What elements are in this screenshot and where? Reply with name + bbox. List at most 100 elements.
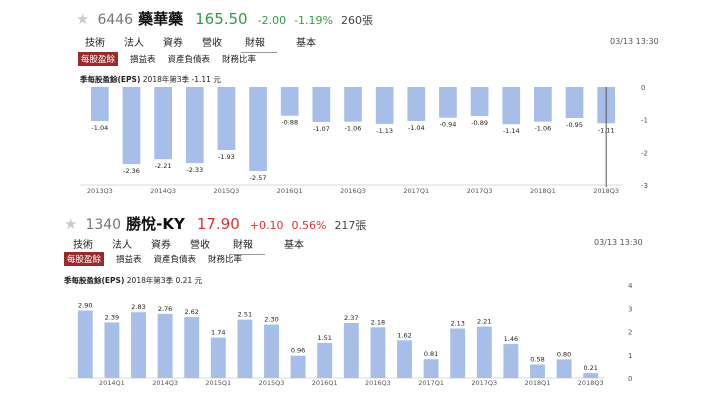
bar-value-label: 2.30 — [264, 316, 278, 324]
bar-value-label: 2.76 — [158, 305, 172, 313]
bar-value-label: -1.93 — [218, 153, 235, 161]
bar-value-label: 2.62 — [184, 308, 198, 316]
bar-value-label: -1.07 — [313, 125, 330, 133]
x-tick-label: 2016Q1 — [312, 379, 338, 387]
bar-value-label: 2.39 — [105, 313, 119, 321]
eps-bar — [565, 87, 584, 119]
eps-bar — [530, 364, 545, 378]
eps-bar — [90, 87, 109, 121]
bar-value-label: -1.06 — [534, 125, 551, 133]
eps-bar — [131, 312, 146, 378]
eps-bar — [264, 324, 279, 378]
eps-bar — [470, 87, 489, 117]
eps-bar — [77, 310, 93, 378]
y-tick-label: 3 — [628, 305, 632, 313]
eps-bar — [154, 87, 172, 160]
bar-value-label: 0.58 — [530, 356, 544, 364]
x-tick-label: 2014Q3 — [152, 379, 178, 387]
eps-bar — [556, 359, 572, 378]
bar-value-label: -1.06 — [345, 125, 362, 133]
x-tick-label: 2016Q3 — [340, 187, 366, 195]
eps-bar — [290, 355, 306, 378]
eps-bar — [583, 373, 599, 378]
eps-chart[interactable]: 0 -1 -2 -3 -1.04 -2.36 -2.21 -2.33 -1.93 -2.57 -0.… — [0, 0, 720, 200]
bar-value-label: 1.74 — [211, 329, 225, 337]
eps-bar — [344, 87, 362, 122]
y-tick-label: 4 — [628, 282, 633, 290]
bar-value-label: 2.21 — [477, 318, 491, 326]
bar-value-label: -2.36 — [123, 167, 140, 175]
eps-bar — [210, 337, 226, 378]
eps-bar — [534, 87, 552, 122]
stock-panel-6446: ★ 6446 藥華藥 165.50 -2.00 -1.19% 260張 技術 法… — [0, 0, 720, 200]
x-tick-label: 2014Q3 — [150, 187, 176, 195]
bar-value-label: 2.18 — [371, 318, 385, 326]
x-tick-label: 2017Q3 — [467, 187, 493, 195]
x-tick-label: 2018Q1 — [530, 187, 556, 195]
bar-value-label: 2.13 — [450, 319, 464, 327]
bar-value-label: 2.83 — [131, 303, 145, 311]
bar-value-label: -2.33 — [186, 166, 203, 174]
bar-value-label: -0.94 — [440, 121, 457, 129]
y-tick-label: -3 — [641, 182, 648, 190]
y-tick-label: 0 — [641, 84, 645, 92]
eps-bar — [184, 317, 200, 378]
y-tick-label: 1 — [628, 352, 632, 360]
bar-value-label: 2.51 — [238, 311, 252, 319]
bar-value-label: 1.62 — [397, 331, 411, 339]
bar-value-label: -2.57 — [250, 174, 267, 182]
eps-bar — [122, 87, 141, 165]
eps-bar — [249, 87, 267, 171]
bar-value-label: 0.81 — [424, 350, 438, 358]
y-tick-label: 0 — [628, 375, 632, 383]
bar-value-label: 0.21 — [583, 364, 597, 372]
eps-bar — [370, 327, 386, 378]
bar-value-label: 0.80 — [557, 350, 571, 358]
eps-bar — [343, 322, 359, 378]
bar-value-label: 2.37 — [344, 314, 358, 322]
bar-value-label: -1.13 — [376, 127, 393, 135]
bar-value-label: -1.04 — [91, 124, 108, 132]
bar-value-label: -0.95 — [566, 121, 583, 129]
x-tick-label: 2013Q3 — [87, 187, 113, 195]
bar-value-label: 0.96 — [291, 347, 305, 355]
x-tick-label: 2018Q3 — [593, 187, 619, 195]
x-tick-label: 2018Q3 — [578, 379, 604, 387]
bar-value-label: -2.21 — [155, 162, 172, 170]
eps-bar — [375, 87, 394, 124]
eps-bar — [450, 328, 466, 378]
x-tick-label: 2016Q3 — [365, 379, 391, 387]
stock-panel-1340: ★ 1340 勝悅-KY 17.90 +0.10 0.56% 217張 技術 法… — [0, 205, 720, 405]
eps-bar — [185, 87, 204, 164]
bar-value-label: 2.90 — [78, 302, 92, 310]
bar-value-label: 1.46 — [504, 335, 518, 343]
eps-bar — [237, 319, 253, 378]
x-tick-label: 2015Q1 — [205, 379, 231, 387]
x-tick-label: 2015Q3 — [214, 187, 240, 195]
x-tick-label: 2014Q1 — [99, 379, 125, 387]
eps-chart[interactable]: 4 3 2 1 0 2.90 2.39 2.83 2.76 2.62 1.74 2.51 2.30 0.9… — [0, 205, 720, 405]
eps-bar — [407, 87, 426, 121]
x-tick-label: 2015Q3 — [259, 379, 285, 387]
y-tick-label: 2 — [628, 329, 632, 337]
bar-value-label: -1.14 — [503, 127, 520, 135]
x-tick-label: 2016Q1 — [277, 187, 303, 195]
y-tick-label: -2 — [641, 149, 648, 157]
eps-bar — [280, 87, 299, 116]
bar-value-label: -1.04 — [408, 124, 425, 132]
x-tick-label: 2017Q1 — [418, 379, 444, 387]
bar-value-label: -0.89 — [471, 119, 488, 127]
eps-bar — [104, 322, 120, 378]
bar-value-label: -0.88 — [281, 119, 298, 127]
eps-bar — [502, 87, 521, 125]
eps-bar — [217, 87, 236, 151]
eps-bar — [503, 344, 519, 378]
eps-bar — [397, 340, 412, 378]
eps-bar — [423, 359, 439, 378]
eps-bar — [312, 87, 331, 122]
eps-bar — [157, 313, 173, 378]
x-tick-label: 2017Q1 — [403, 187, 429, 195]
eps-bar — [476, 326, 492, 378]
eps-bar — [317, 342, 333, 378]
y-tick-label: -1 — [641, 117, 648, 125]
